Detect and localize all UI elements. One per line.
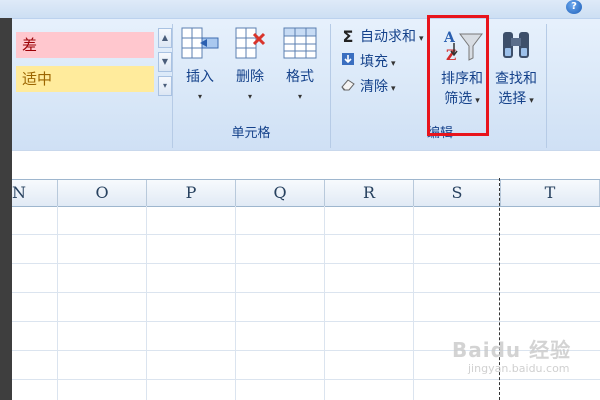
insert-label: 插入 xyxy=(186,69,214,85)
style-neutral[interactable]: 适中 xyxy=(16,66,154,92)
sort-filter-highlight-box xyxy=(427,15,489,136)
gallery-scroll-up-button[interactable]: ▲ xyxy=(158,28,172,48)
fill-dropdown-icon: ▾ xyxy=(391,59,396,69)
autosum-button[interactable]: Σ 自动求和 ▾ xyxy=(340,26,424,48)
clear-dropdown-icon: ▾ xyxy=(391,84,396,94)
delete-button[interactable]: 删除 ▾ xyxy=(228,26,272,101)
gallery-scroll-down-button[interactable]: ▼ xyxy=(158,52,172,72)
ribbon: ? 差 适中 ▲ ▼ ▾ 插入 ▾ 删除 ▾ 格式 ▾ 单元格 Σ 自动求和 ▾… xyxy=(0,0,600,150)
column-header-r[interactable]: R xyxy=(325,180,414,206)
grid-line xyxy=(146,206,147,400)
column-header-n[interactable]: N xyxy=(12,180,58,206)
style-bad[interactable]: 差 xyxy=(16,32,154,58)
grid-line xyxy=(57,206,58,400)
insert-cells-icon xyxy=(181,27,219,59)
insert-button[interactable]: 插入 ▾ xyxy=(178,26,222,101)
delete-cells-icon xyxy=(235,27,266,59)
find-select-label-line1: 查找和 xyxy=(495,71,537,87)
fill-label: 填充 xyxy=(360,54,388,70)
watermark-url: jingyan.baidu.com xyxy=(468,362,570,375)
format-label: 格式 xyxy=(286,69,314,85)
format-cells-icon xyxy=(283,27,317,59)
left-dark-strip xyxy=(0,18,12,400)
autosum-dropdown-icon: ▾ xyxy=(419,34,424,44)
fill-down-icon xyxy=(340,51,356,73)
watermark: Baidu 经验 xyxy=(452,338,572,362)
column-header-q[interactable]: Q xyxy=(236,180,325,206)
column-header-s[interactable]: S xyxy=(414,180,501,206)
eraser-icon xyxy=(340,76,356,98)
insert-dropdown-icon: ▾ xyxy=(197,92,202,101)
gallery-more-button[interactable]: ▾ xyxy=(158,76,172,96)
format-button[interactable]: 格式 ▾ xyxy=(278,26,322,101)
column-header-o[interactable]: O xyxy=(58,180,147,206)
ribbon-top-strip xyxy=(0,0,600,19)
autosum-label: 自动求和 xyxy=(360,29,416,45)
delete-dropdown-icon: ▾ xyxy=(247,92,252,101)
help-icon[interactable]: ? xyxy=(566,0,582,14)
fill-button[interactable]: 填充 ▾ xyxy=(340,51,396,73)
column-header-t[interactable]: T xyxy=(501,180,600,206)
find-select-dropdown-icon: ▾ xyxy=(529,96,534,106)
grid-line xyxy=(413,206,414,400)
clear-button[interactable]: 清除 ▾ xyxy=(340,76,396,98)
sigma-icon: Σ xyxy=(342,27,354,46)
grid-line xyxy=(235,206,236,400)
delete-label: 删除 xyxy=(236,69,264,85)
group-separator xyxy=(330,24,331,148)
formula-bar-area[interactable] xyxy=(12,150,600,179)
column-headers: N O P Q R S T xyxy=(12,179,600,207)
binoculars-icon xyxy=(503,32,529,58)
find-select-button[interactable]: 查找和 选择 ▾ xyxy=(490,26,542,108)
grid-line xyxy=(324,206,325,400)
find-select-label-line2: 选择 ▾ xyxy=(498,91,534,107)
group-separator xyxy=(546,24,547,148)
cell-styles-gallery: 差 适中 ▲ ▼ ▾ xyxy=(12,24,172,96)
clear-label: 清除 xyxy=(360,79,388,95)
cells-group-label: 单元格 xyxy=(231,126,271,141)
format-dropdown-icon: ▾ xyxy=(297,92,302,101)
column-header-p[interactable]: P xyxy=(147,180,236,206)
